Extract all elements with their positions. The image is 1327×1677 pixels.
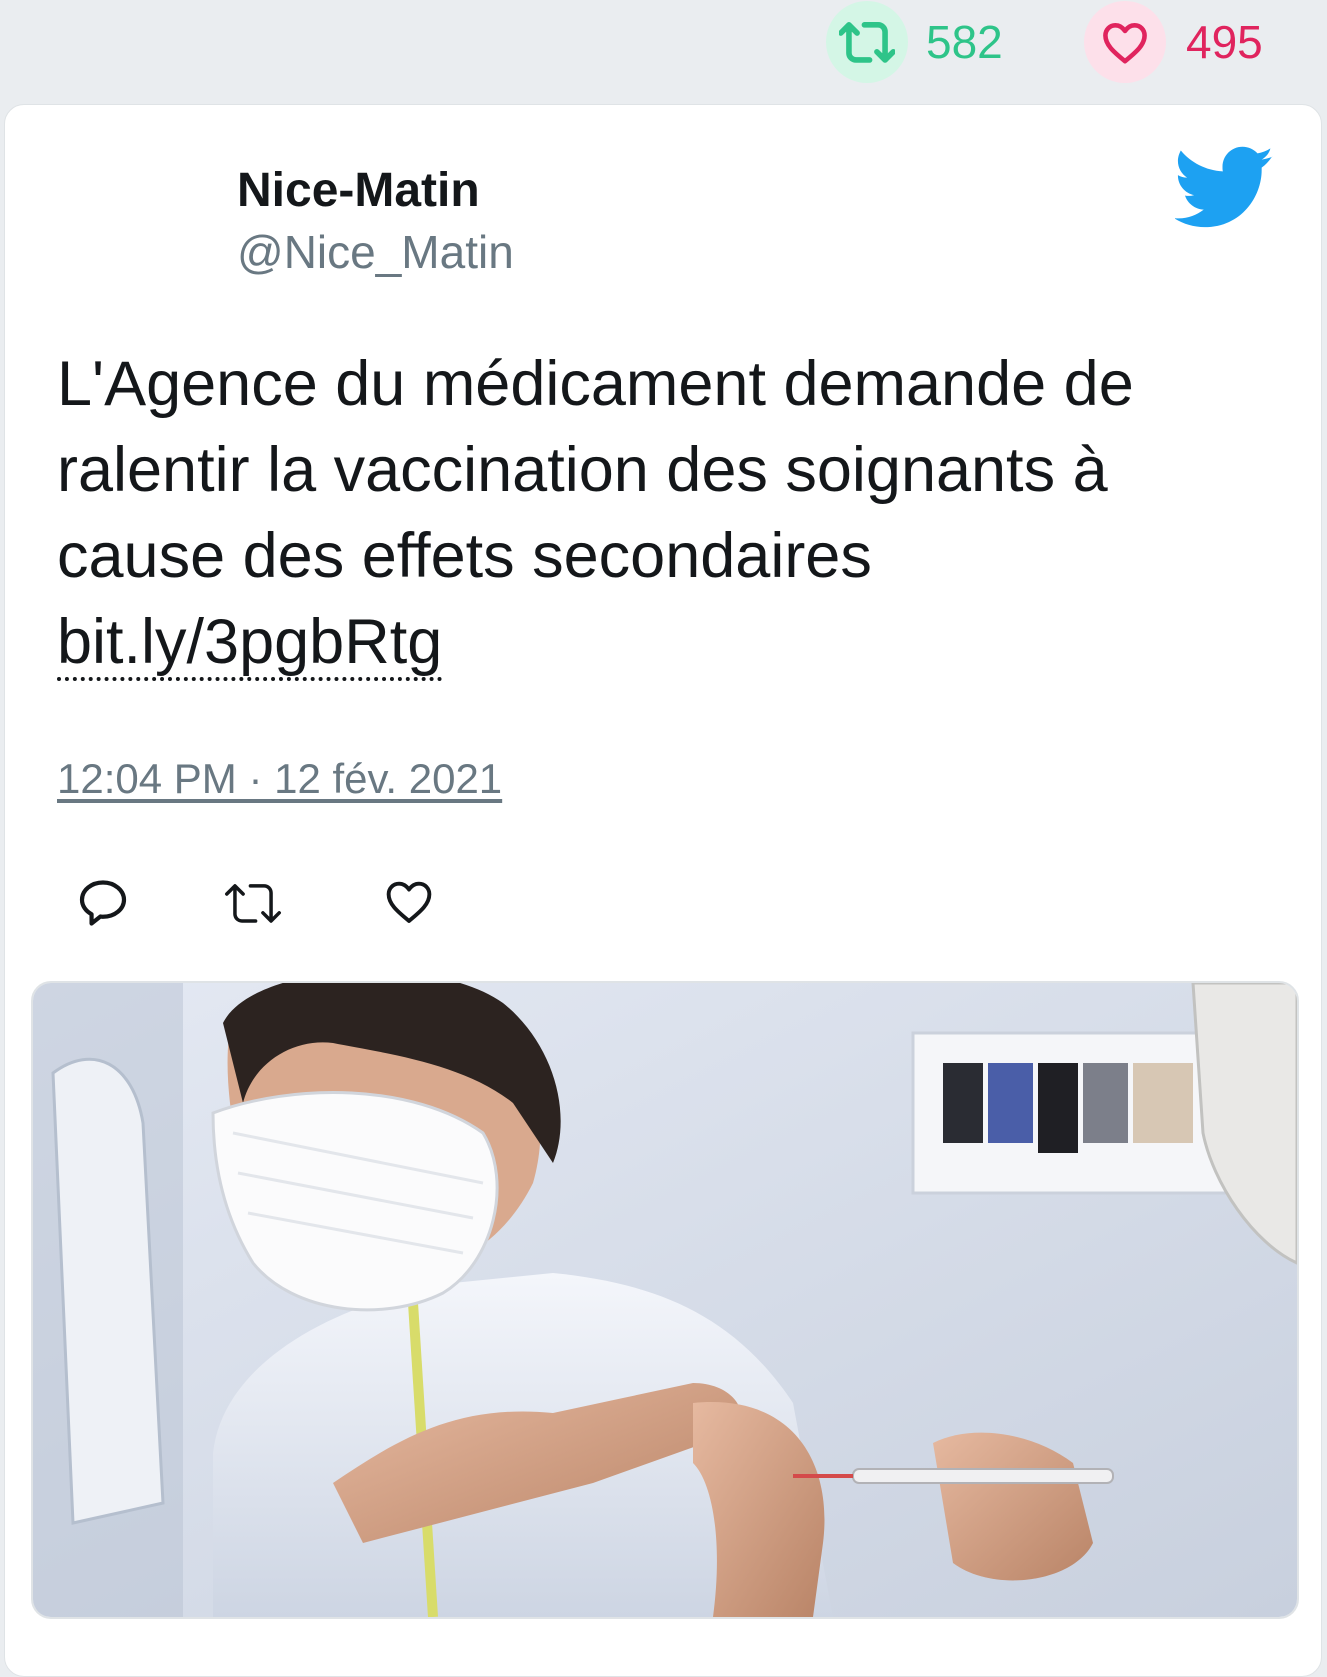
retweet-icon bbox=[839, 22, 895, 63]
retweet-count: 582 bbox=[926, 16, 1003, 68]
tweet-stats-bar: 582 495 bbox=[0, 0, 1327, 100]
reply-icon bbox=[79, 880, 127, 926]
retweet-stat-button[interactable] bbox=[826, 1, 908, 83]
like-count: 495 bbox=[1186, 16, 1263, 68]
tweet-link[interactable]: bit.ly/3pgbRtg bbox=[57, 607, 443, 681]
heart-icon bbox=[386, 881, 432, 923]
reply-button[interactable] bbox=[75, 875, 131, 931]
retweet-button[interactable] bbox=[223, 875, 281, 931]
author-handle[interactable]: @Nice_Matin bbox=[237, 225, 514, 279]
avatar[interactable] bbox=[61, 165, 173, 277]
twitter-bird-icon[interactable] bbox=[1175, 145, 1275, 231]
like-stat-button[interactable] bbox=[1084, 1, 1166, 83]
heart-icon bbox=[1103, 23, 1147, 64]
retweet-icon bbox=[225, 884, 281, 923]
tweet-body: L'Agence du médicament demande de ralent… bbox=[57, 349, 1134, 591]
tweet-media-image[interactable] bbox=[31, 981, 1299, 1619]
author-display-name[interactable]: Nice-Matin bbox=[237, 163, 480, 219]
like-button[interactable] bbox=[383, 875, 439, 931]
tweet-text: L'Agence du médicament demande de ralent… bbox=[57, 341, 1287, 685]
tweet-timestamp[interactable]: 12:04 PM · 12 fév. 2021 bbox=[57, 753, 502, 805]
tweet-card: Nice-Matin @Nice_Matin L'Agence du médic… bbox=[4, 104, 1322, 1677]
